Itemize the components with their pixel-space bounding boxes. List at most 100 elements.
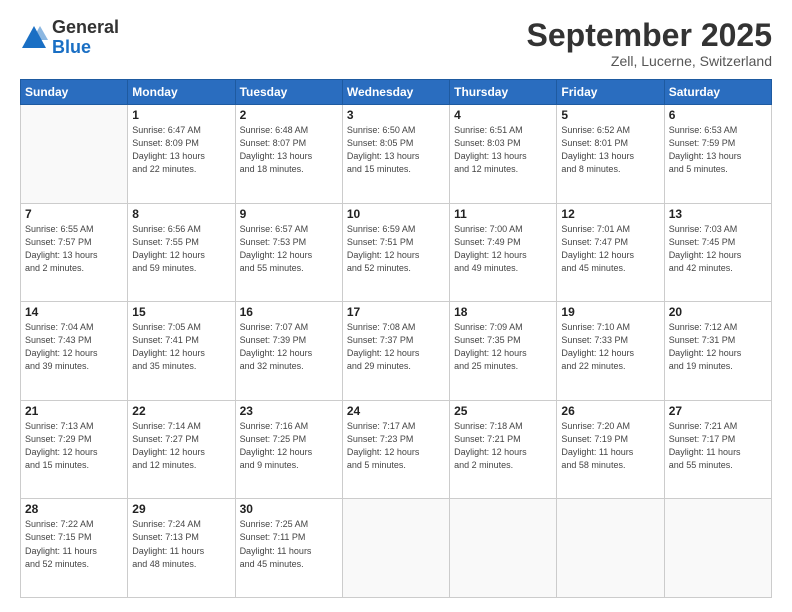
calendar-cell: 29 Sunrise: 7:24 AM Sunset: 7:13 PM Dayli… [128,499,235,598]
day-number: 18 [454,305,552,319]
day-info: Sunrise: 7:14 AM Sunset: 7:27 PM Dayligh… [132,420,230,472]
calendar-cell: 26Sunrise: 7:20 AM Sunset: 7:19 PM Dayli… [557,400,664,499]
day-number: 9 [240,207,338,221]
day-info: Sunrise: 7:03 AM Sunset: 7:45 PM Dayligh… [669,223,767,275]
logo-general-text: General [52,18,119,38]
logo-icon [20,24,48,52]
day-number: 22 [132,404,230,418]
logo-blue-text: Blue [52,38,119,58]
day-info: Sunrise: 6:57 AM Sunset: 7:53 PM Dayligh… [240,223,338,275]
header-saturday: Saturday [664,80,771,105]
calendar-cell [21,105,128,204]
calendar-cell: 19 Sunrise: 7:10 AM Sunset: 7:33 PM Dayli… [557,302,664,401]
day-info: Sunrise: 7:21 AM Sunset: 7:17 PM Dayligh… [669,420,767,472]
calendar-cell: 21 Sunrise: 7:13 AM Sunset: 7:29 PM Dayli… [21,400,128,499]
day-info: Sunrise: 7:24 AM Sunset: 7:13 PM Dayligh… [132,518,230,570]
day-info: Sunrise: 7:00 AM Sunset: 7:49 PM Dayligh… [454,223,552,275]
day-number: 24 [347,404,445,418]
day-info: Sunrise: 6:48 AM Sunset: 8:07 PM Dayligh… [240,124,338,176]
day-info: Sunrise: 7:08 AM Sunset: 7:37 PM Dayligh… [347,321,445,373]
day-info: Sunrise: 6:53 AM Sunset: 7:59 PM Dayligh… [669,124,767,176]
day-info: Sunrise: 7:20 AM Sunset: 7:19 PM Dayligh… [561,420,659,472]
header-tuesday: Tuesday [235,80,342,105]
day-info: Sunrise: 7:18 AM Sunset: 7:21 PM Dayligh… [454,420,552,472]
calendar-week-row: 28 Sunrise: 7:22 AM Sunset: 7:15 PM Dayli… [21,499,772,598]
calendar-cell: 10 Sunrise: 6:59 AM Sunset: 7:51 PM Dayli… [342,203,449,302]
calendar-cell: 22 Sunrise: 7:14 AM Sunset: 7:27 PM Dayli… [128,400,235,499]
calendar-week-row: 1 Sunrise: 6:47 AM Sunset: 8:09 PM Daylig… [21,105,772,204]
day-number: 17 [347,305,445,319]
header: General Blue September 2025 Zell, Lucern… [20,18,772,69]
calendar-cell: 7 Sunrise: 6:55 AM Sunset: 7:57 PM Daylig… [21,203,128,302]
day-info: Sunrise: 7:12 AM Sunset: 7:31 PM Dayligh… [669,321,767,373]
logo: General Blue [20,18,119,58]
day-number: 20 [669,305,767,319]
day-number: 14 [25,305,123,319]
day-number: 5 [561,108,659,122]
header-monday: Monday [128,80,235,105]
day-number: 7 [25,207,123,221]
title-block: September 2025 Zell, Lucerne, Switzerlan… [527,18,772,69]
day-info: Sunrise: 7:13 AM Sunset: 7:29 PM Dayligh… [25,420,123,472]
day-number: 3 [347,108,445,122]
day-number: 29 [132,502,230,516]
day-number: 4 [454,108,552,122]
day-number: 15 [132,305,230,319]
day-info: Sunrise: 7:01 AM Sunset: 7:47 PM Dayligh… [561,223,659,275]
calendar-week-row: 7 Sunrise: 6:55 AM Sunset: 7:57 PM Daylig… [21,203,772,302]
calendar-cell: 11 Sunrise: 7:00 AM Sunset: 7:49 PM Dayli… [450,203,557,302]
calendar-cell: 8Sunrise: 6:56 AM Sunset: 7:55 PM Daylig… [128,203,235,302]
month-title: September 2025 [527,18,772,53]
calendar-cell: 13 Sunrise: 7:03 AM Sunset: 7:45 PM Dayli… [664,203,771,302]
header-wednesday: Wednesday [342,80,449,105]
day-number: 28 [25,502,123,516]
day-number: 12 [561,207,659,221]
header-row: Sunday Monday Tuesday Wednesday Thursday… [21,80,772,105]
day-number: 13 [669,207,767,221]
day-info: Sunrise: 6:52 AM Sunset: 8:01 PM Dayligh… [561,124,659,176]
day-number: 25 [454,404,552,418]
calendar-cell [450,499,557,598]
day-info: Sunrise: 6:51 AM Sunset: 8:03 PM Dayligh… [454,124,552,176]
calendar-cell: 2Sunrise: 6:48 AM Sunset: 8:07 PM Daylig… [235,105,342,204]
day-number: 21 [25,404,123,418]
day-number: 23 [240,404,338,418]
calendar-cell: 1 Sunrise: 6:47 AM Sunset: 8:09 PM Daylig… [128,105,235,204]
day-number: 6 [669,108,767,122]
header-sunday: Sunday [21,80,128,105]
day-number: 27 [669,404,767,418]
day-info: Sunrise: 7:09 AM Sunset: 7:35 PM Dayligh… [454,321,552,373]
header-thursday: Thursday [450,80,557,105]
calendar-cell: 17 Sunrise: 7:08 AM Sunset: 7:37 PM Dayli… [342,302,449,401]
day-number: 16 [240,305,338,319]
calendar-cell: 28 Sunrise: 7:22 AM Sunset: 7:15 PM Dayli… [21,499,128,598]
day-info: Sunrise: 6:47 AM Sunset: 8:09 PM Dayligh… [132,124,230,176]
day-info: Sunrise: 7:16 AM Sunset: 7:25 PM Dayligh… [240,420,338,472]
calendar-cell: 23 Sunrise: 7:16 AM Sunset: 7:25 PM Dayli… [235,400,342,499]
day-info: Sunrise: 6:59 AM Sunset: 7:51 PM Dayligh… [347,223,445,275]
day-number: 11 [454,207,552,221]
location-subtitle: Zell, Lucerne, Switzerland [527,53,772,69]
calendar-cell: 6 Sunrise: 6:53 AM Sunset: 7:59 PM Daylig… [664,105,771,204]
day-info: Sunrise: 7:05 AM Sunset: 7:41 PM Dayligh… [132,321,230,373]
calendar-header: Sunday Monday Tuesday Wednesday Thursday… [21,80,772,105]
calendar-week-row: 14 Sunrise: 7:04 AM Sunset: 7:43 PM Dayli… [21,302,772,401]
calendar-cell: 15 Sunrise: 7:05 AM Sunset: 7:41 PM Dayli… [128,302,235,401]
calendar-cell: 18 Sunrise: 7:09 AM Sunset: 7:35 PM Dayli… [450,302,557,401]
day-info: Sunrise: 7:10 AM Sunset: 7:33 PM Dayligh… [561,321,659,373]
calendar-table: Sunday Monday Tuesday Wednesday Thursday… [20,79,772,598]
day-info: Sunrise: 7:04 AM Sunset: 7:43 PM Dayligh… [25,321,123,373]
calendar-cell [342,499,449,598]
day-info: Sunrise: 7:22 AM Sunset: 7:15 PM Dayligh… [25,518,123,570]
calendar-cell: 20 Sunrise: 7:12 AM Sunset: 7:31 PM Dayli… [664,302,771,401]
day-info: Sunrise: 7:25 AM Sunset: 7:11 PM Dayligh… [240,518,338,570]
day-info: Sunrise: 6:50 AM Sunset: 8:05 PM Dayligh… [347,124,445,176]
calendar-cell: 16Sunrise: 7:07 AM Sunset: 7:39 PM Dayli… [235,302,342,401]
calendar-cell: 25 Sunrise: 7:18 AM Sunset: 7:21 PM Dayli… [450,400,557,499]
day-number: 19 [561,305,659,319]
day-number: 10 [347,207,445,221]
calendar-cell: 27 Sunrise: 7:21 AM Sunset: 7:17 PM Dayli… [664,400,771,499]
calendar-cell: 30Sunrise: 7:25 AM Sunset: 7:11 PM Dayli… [235,499,342,598]
day-info: Sunrise: 6:55 AM Sunset: 7:57 PM Dayligh… [25,223,123,275]
day-number: 1 [132,108,230,122]
